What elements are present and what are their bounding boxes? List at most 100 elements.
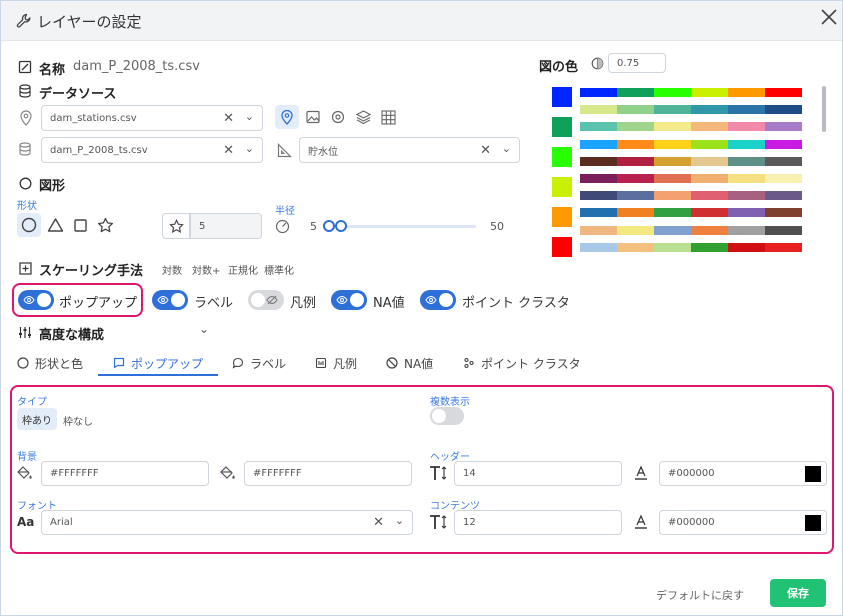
scaling-option-standardize[interactable]: 標準化: [264, 262, 294, 277]
palette-color-cell: [580, 191, 617, 201]
na-toggle[interactable]: [331, 290, 367, 310]
selected-color-swatch[interactable]: [552, 237, 572, 257]
font-family-select[interactable]: Arial ✕ ⌄: [41, 510, 413, 535]
chevron-down-icon[interactable]: ⌄: [245, 142, 254, 155]
color-palette-row[interactable]: [580, 225, 802, 235]
radius-slider-track[interactable]: [326, 225, 476, 228]
palette-color-cell: [691, 225, 728, 235]
palette-color-cell: [765, 191, 802, 201]
cluster-toggle-label: ポイント クラスタ: [462, 296, 570, 311]
chevron-down-icon[interactable]: ⌄: [395, 514, 404, 527]
tab-point-cluster[interactable]: ポイント クラスタ: [463, 353, 581, 373]
palette-color-cell: [580, 208, 617, 218]
background-color-input-1[interactable]: #FFFFFFF: [41, 461, 209, 486]
data-file-select[interactable]: dam_P_2008_ts.csv ✕ ⌄: [41, 137, 263, 163]
triangle-shape-icon: [47, 218, 63, 232]
palette-color-cell: [617, 122, 654, 132]
palette-color-cell: [765, 122, 802, 132]
selected-color-swatch[interactable]: [552, 147, 572, 167]
point-layer-button[interactable]: [275, 105, 299, 129]
radius-slider-handle-min[interactable]: [323, 220, 335, 232]
palette-color-cell: [580, 105, 617, 115]
tab-na-label: NA値: [404, 356, 434, 371]
color-palette-row[interactable]: [580, 105, 802, 115]
radius-slider-handle-max[interactable]: [335, 220, 347, 232]
header-size-input[interactable]: 14: [454, 461, 622, 486]
tab-legend[interactable]: 凡例: [315, 353, 357, 373]
popup-toggle[interactable]: [18, 290, 54, 310]
background-color-input-2[interactable]: #FFFFFFF: [244, 461, 412, 486]
advanced-config-label[interactable]: 高度な構成: [39, 324, 104, 343]
map-pin-icon: [280, 109, 294, 125]
opacity-input[interactable]: 0.75: [608, 53, 666, 73]
palette-color-cell: [691, 156, 728, 166]
palette-color-cell: [617, 208, 654, 218]
scaling-option-normalize[interactable]: 正規化: [228, 262, 258, 277]
palette-color-cell: [765, 156, 802, 166]
chevron-down-icon[interactable]: ⌄: [199, 322, 209, 336]
header-color-swatch[interactable]: [805, 466, 821, 482]
shape-star-button[interactable]: [93, 213, 117, 237]
shape-circle-button[interactable]: [17, 213, 41, 237]
value-field-select[interactable]: 貯水位 ✕ ⌄: [299, 137, 520, 163]
scaling-label: スケーリング手法: [39, 264, 144, 279]
selected-color-swatch[interactable]: [552, 117, 572, 137]
tag-icon: [17, 59, 33, 75]
multi-display-toggle[interactable]: [430, 407, 464, 425]
type-frameless-button[interactable]: 枠なし: [63, 413, 93, 428]
grid-icon[interactable]: [380, 109, 396, 125]
color-palette-row[interactable]: [580, 242, 802, 252]
target-icon[interactable]: [330, 109, 346, 125]
palette-color-cell: [654, 122, 691, 132]
color-palette-row[interactable]: [580, 191, 802, 201]
color-palette-row[interactable]: [580, 174, 802, 183]
shape-triangle-button[interactable]: [43, 213, 67, 237]
chevron-down-icon[interactable]: ⌄: [245, 110, 254, 123]
palette-color-cell: [580, 174, 617, 183]
selected-color-swatch[interactable]: [552, 207, 572, 227]
label-toggle[interactable]: [152, 290, 188, 310]
tab-shape-color[interactable]: 形状と色: [17, 353, 83, 373]
tab-label[interactable]: ラベル: [232, 353, 286, 373]
color-palette-row[interactable]: [580, 122, 802, 132]
location-file-select[interactable]: dam_stations.csv ✕ ⌄: [41, 105, 263, 131]
tab-na[interactable]: NA値: [386, 353, 433, 373]
clear-icon[interactable]: ✕: [223, 143, 234, 158]
color-palette-row[interactable]: [580, 156, 802, 166]
close-icon[interactable]: [818, 6, 840, 28]
layers-icon[interactable]: [355, 109, 371, 125]
scaling-option-log-plus[interactable]: 対数+: [192, 262, 220, 277]
save-button[interactable]: 保存: [770, 579, 826, 607]
palette-color-cell: [765, 225, 802, 235]
palette-scrollbar[interactable]: [822, 86, 826, 132]
reset-default-button[interactable]: デフォルトに戻す: [656, 587, 744, 603]
selected-color-swatch[interactable]: [552, 87, 572, 107]
legend-toggle[interactable]: [248, 290, 284, 310]
clear-icon[interactable]: ✕: [480, 143, 491, 158]
color-palette-row[interactable]: [580, 208, 802, 218]
palette-color-cell: [617, 242, 654, 252]
scaling-option-log[interactable]: 対数: [162, 262, 182, 277]
clear-icon[interactable]: ✕: [373, 515, 384, 530]
type-framed-button[interactable]: 枠あり: [17, 408, 57, 430]
chevron-down-icon[interactable]: ⌄: [502, 142, 511, 155]
palette-color-cell: [617, 191, 654, 201]
image-icon[interactable]: [305, 109, 321, 125]
header-color-input[interactable]: #000000: [659, 461, 827, 486]
color-palette-row[interactable]: [580, 88, 802, 97]
content-color-input[interactable]: #000000: [659, 510, 827, 535]
clear-icon[interactable]: ✕: [223, 111, 234, 126]
radius-max-label: 50: [490, 220, 504, 233]
palette-color-cell: [728, 174, 765, 183]
content-size-input[interactable]: 12: [454, 510, 622, 535]
shape-size-input[interactable]: 5: [190, 213, 262, 239]
cluster-toggle[interactable]: [420, 290, 456, 310]
tab-point-cluster-label: ポイント クラスタ: [481, 356, 581, 371]
tab-popup[interactable]: ポップアップ: [113, 353, 203, 373]
shape-square-button[interactable]: [68, 213, 92, 237]
palette-color-cell: [765, 174, 802, 183]
tab-shape-color-label: 形状と色: [35, 356, 84, 371]
color-palette-row[interactable]: [580, 139, 802, 149]
content-color-swatch[interactable]: [805, 515, 821, 531]
selected-color-swatch[interactable]: [552, 177, 572, 197]
